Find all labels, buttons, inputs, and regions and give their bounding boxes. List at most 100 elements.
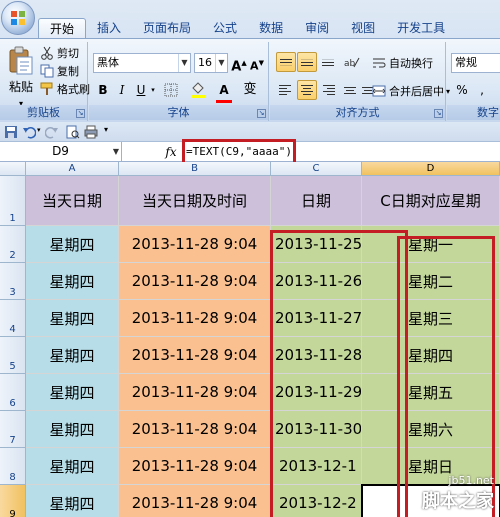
row-header-9[interactable]: 9	[0, 485, 26, 517]
chevron-down-icon[interactable]: ▼	[113, 142, 119, 161]
align-center-button[interactable]	[297, 80, 317, 100]
alignment-launcher-icon[interactable]: ↘	[434, 109, 443, 118]
align-right-button[interactable]	[318, 80, 338, 100]
borders-button[interactable]	[161, 80, 181, 100]
tab-insert[interactable]: 插入	[86, 18, 132, 38]
orientation-button[interactable]: ab	[342, 52, 362, 72]
cell-b7[interactable]: 2013-11-28 9:04	[119, 411, 271, 448]
row-number: 3	[9, 287, 16, 298]
row-header-4[interactable]: 4	[0, 300, 26, 337]
percent-button[interactable]: %	[453, 80, 471, 100]
cell-a5[interactable]: 星期四	[26, 337, 119, 374]
cell-b6[interactable]: 2013-11-28 9:04	[119, 374, 271, 411]
cell-a3[interactable]: 星期四	[26, 263, 119, 300]
watermark-brand: 脚本之家	[422, 491, 494, 512]
select-all-corner[interactable]	[0, 162, 26, 176]
undo-dropdown-icon[interactable]: ▾	[37, 126, 41, 134]
cut-button[interactable]: 剪切	[40, 44, 79, 62]
copy-button[interactable]: 复制	[40, 62, 79, 80]
row-number: 7	[9, 435, 16, 446]
font-family-value: 黑体	[97, 56, 119, 69]
redo-icon[interactable]	[45, 125, 59, 139]
row-header-6[interactable]: 6	[0, 374, 26, 411]
tab-developer[interactable]: 开发工具	[386, 18, 456, 38]
cell-a6[interactable]: 星期四	[26, 374, 119, 411]
header-cell-c[interactable]: 日期	[271, 176, 362, 226]
row-number: 9	[9, 509, 16, 517]
chevron-down-icon[interactable]: ▼	[178, 54, 190, 72]
header-cell-d[interactable]: C日期对应星期	[362, 176, 500, 226]
column-header-c[interactable]: C	[271, 162, 362, 176]
column-header-b[interactable]: B	[119, 162, 271, 176]
header-cell-a[interactable]: 当天日期	[26, 176, 119, 226]
align-bottom-button[interactable]	[318, 52, 338, 72]
chevron-down-icon[interactable]: ▼	[215, 54, 227, 72]
tab-data[interactable]: 数据	[248, 18, 294, 38]
undo-icon[interactable]	[22, 125, 36, 139]
align-left-button[interactable]	[276, 80, 296, 100]
grow-font-button[interactable]: A▲	[231, 53, 247, 74]
cell-b2[interactable]: 2013-11-28 9:04	[119, 226, 271, 263]
office-button[interactable]	[1, 1, 35, 35]
clipboard-group: 粘贴 ▾ 剪切 复制 格式刷 剪贴板 ↘	[0, 42, 90, 121]
row-header-2[interactable]: 2	[0, 226, 26, 263]
cell-b3[interactable]: 2013-11-28 9:04	[119, 263, 271, 300]
cell-a7[interactable]: 星期四	[26, 411, 119, 448]
clipboard-launcher-icon[interactable]: ↘	[76, 109, 85, 118]
tab-page-layout[interactable]: 页面布局	[132, 18, 202, 38]
font-launcher-icon[interactable]: ↘	[257, 109, 266, 118]
text-orientation-icon: ab	[344, 57, 360, 69]
column-header-d[interactable]: D	[362, 162, 500, 176]
font-color-button[interactable]: A	[213, 80, 235, 103]
customize-toolbar-icon[interactable]: ▾	[104, 125, 108, 134]
italic-button[interactable]: I	[113, 80, 131, 100]
underline-dropdown-icon[interactable]: ▾	[149, 80, 157, 100]
insert-function-button[interactable]: fx	[162, 144, 180, 160]
number-format-combo[interactable]: 常规	[451, 53, 500, 73]
row-header-8[interactable]: 8	[0, 448, 26, 485]
decrease-indent-button[interactable]	[340, 80, 360, 100]
cell-b8[interactable]: 2013-11-28 9:04	[119, 448, 271, 485]
row-header-5[interactable]: 5	[0, 337, 26, 374]
column-header-a[interactable]: A	[26, 162, 119, 176]
row-number: 5	[9, 361, 16, 372]
row-header-7[interactable]: 7	[0, 411, 26, 448]
cell-a4[interactable]: 星期四	[26, 300, 119, 337]
paste-button[interactable]: 粘贴 ▾	[4, 44, 38, 108]
paintbrush-icon	[40, 82, 54, 96]
print-preview-icon[interactable]	[66, 125, 80, 139]
tab-formulas[interactable]: 公式	[202, 18, 248, 38]
quick-print-icon[interactable]	[84, 125, 98, 139]
bold-button[interactable]: B	[94, 80, 112, 100]
save-icon[interactable]	[4, 125, 18, 139]
comma-style-button[interactable]: ,	[473, 80, 491, 100]
row-header-1[interactable]: 1	[0, 176, 26, 226]
tab-view[interactable]: 视图	[340, 18, 386, 38]
cell-a9[interactable]: 星期四	[26, 485, 119, 517]
tab-review[interactable]: 审阅	[294, 18, 340, 38]
cell-b4[interactable]: 2013-11-28 9:04	[119, 300, 271, 337]
align-middle-button[interactable]	[297, 52, 317, 72]
font-family-combo[interactable]: 黑体 ▼	[93, 53, 191, 73]
wrap-text-button[interactable]: 自动换行	[372, 54, 433, 72]
underline-button[interactable]: U	[132, 80, 150, 100]
worksheet-grid[interactable]: A B C D 1 2 3 4 5 6 7 8 9 当天日期 当天日期及时间 日期 C日期对应星期星期四…	[0, 162, 500, 517]
cell-a2[interactable]: 星期四	[26, 226, 119, 263]
phonetic-button[interactable]: 变	[239, 80, 261, 100]
wrap-text-label: 自动换行	[389, 57, 433, 70]
tab-home[interactable]: 开始	[38, 18, 87, 38]
align-top-button[interactable]	[276, 52, 296, 72]
font-size-combo[interactable]: 16 ▼	[194, 53, 228, 73]
row-header-3[interactable]: 3	[0, 263, 26, 300]
name-box[interactable]: D9 ▼	[0, 142, 122, 161]
header-cell-b[interactable]: 当天日期及时间	[119, 176, 271, 226]
format-painter-button[interactable]: 格式刷	[40, 80, 90, 98]
cell-b5[interactable]: 2013-11-28 9:04	[119, 337, 271, 374]
cell-a8[interactable]: 星期四	[26, 448, 119, 485]
merge-center-label: 合并后居中	[389, 85, 444, 98]
cell-b9[interactable]: 2013-11-28 9:04	[119, 485, 271, 517]
shrink-font-button[interactable]: A▼	[249, 53, 265, 73]
fill-color-button[interactable]	[187, 80, 209, 100]
merge-center-button[interactable]: 合并后居中 ▾	[372, 82, 450, 100]
font-group-label: 字体	[89, 105, 268, 120]
